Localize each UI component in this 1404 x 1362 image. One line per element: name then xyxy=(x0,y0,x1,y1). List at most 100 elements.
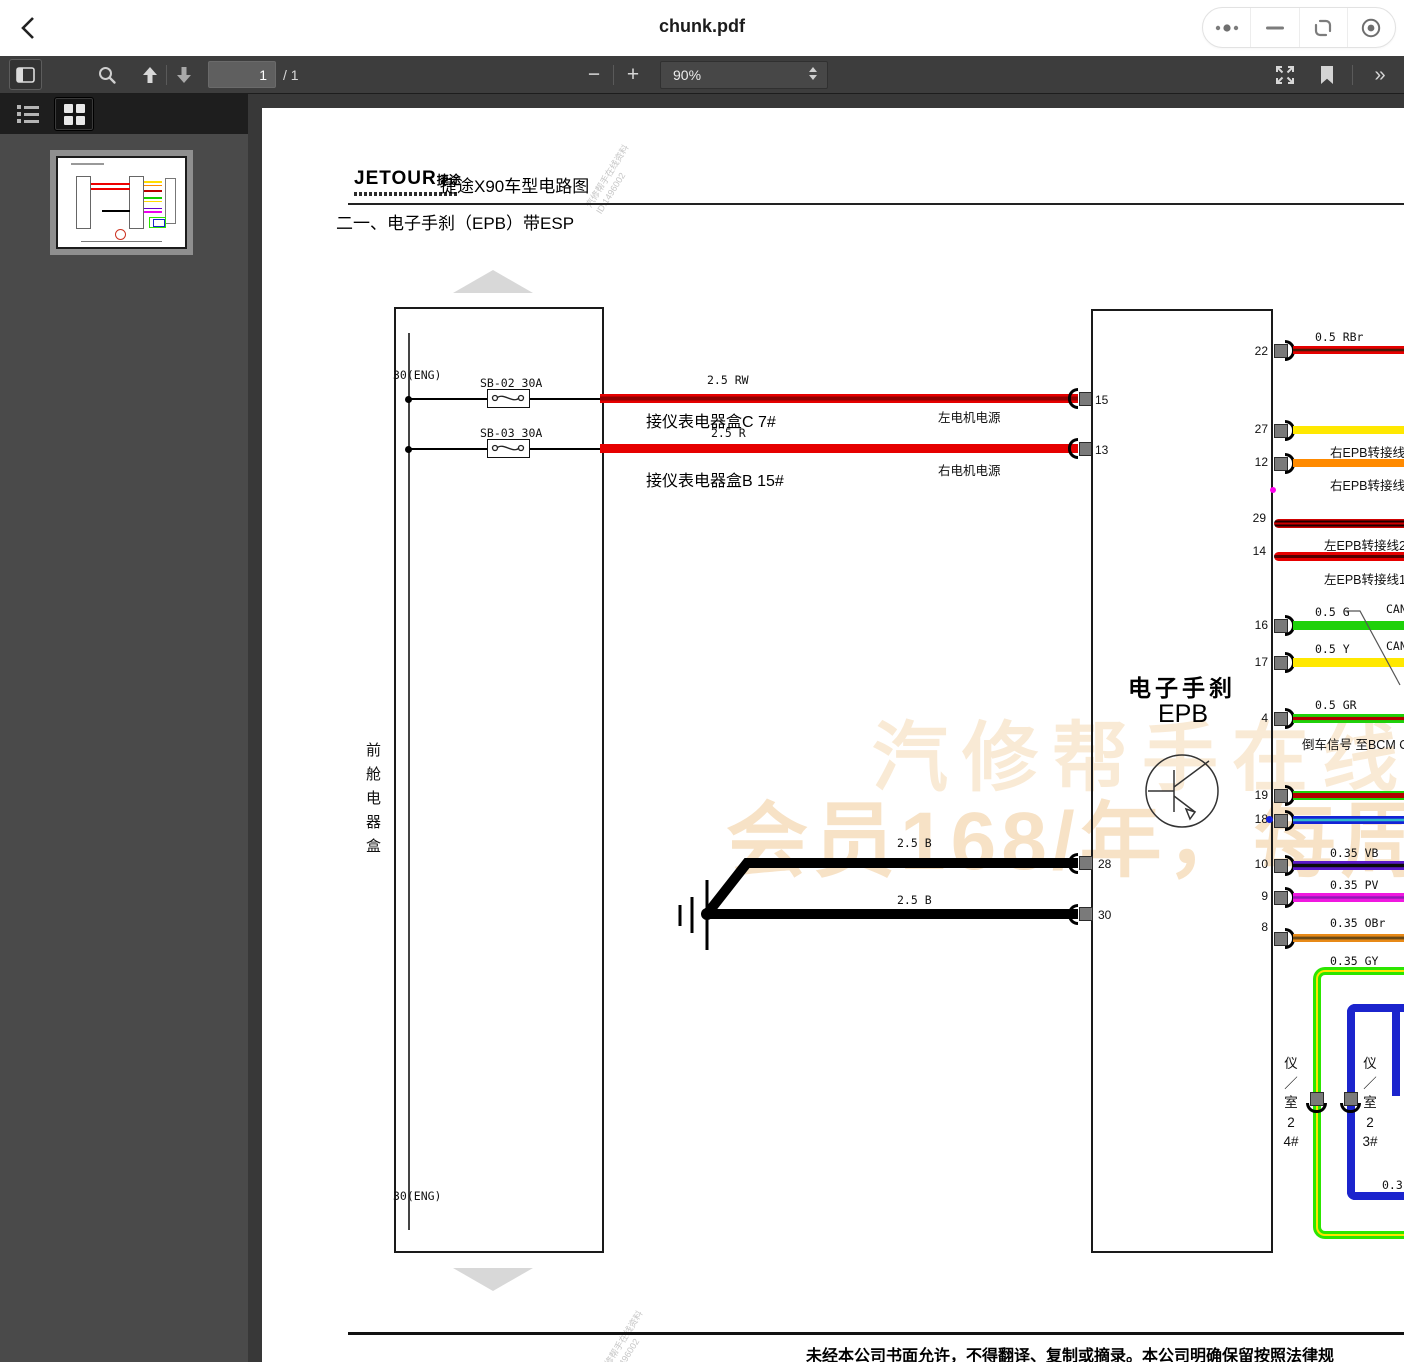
more-options-button[interactable] xyxy=(1203,8,1250,47)
window-capsule xyxy=(1202,7,1396,48)
wire-segment xyxy=(530,398,601,400)
wire1-spec: 2.5 RW xyxy=(707,373,749,387)
pin-number-8: 8 xyxy=(1242,920,1268,934)
zoom-in-button[interactable]: + xyxy=(617,60,649,90)
wire-orange xyxy=(1293,459,1404,467)
magenta-junction-dot xyxy=(1270,487,1276,493)
wire-spec-partial: 0.3 xyxy=(1382,1178,1403,1192)
section-title: 二一、电子手刹（EPB）带ESP xyxy=(336,209,574,234)
blue-junction-dot xyxy=(1266,816,1273,823)
wire-spec: 0.35 OBr xyxy=(1330,916,1385,930)
bookmark-button[interactable] xyxy=(1312,60,1342,90)
fullscreen-button[interactable] xyxy=(1268,60,1302,90)
wire-2.5-r xyxy=(600,444,1078,453)
pin-number-12: 12 xyxy=(1242,455,1268,469)
float-window-button[interactable] xyxy=(1299,8,1347,47)
wire1-function: 左电机电源 xyxy=(938,407,1001,426)
sidebar-toggle-button[interactable] xyxy=(9,59,42,90)
document-title: chunk.pdf xyxy=(0,16,1404,37)
pin-number-9: 9 xyxy=(1242,889,1268,903)
wire2-function: 右电机电源 xyxy=(938,460,1001,479)
wire-violet-black xyxy=(1293,861,1404,870)
page-count-label: / 1 xyxy=(283,67,299,83)
wire-loop-blue-stub xyxy=(1392,1004,1400,1096)
pin-number-22: 22 xyxy=(1242,344,1268,358)
pin-square xyxy=(1079,907,1093,921)
arrow-up-icon xyxy=(141,65,159,85)
pin-number-29: 29 xyxy=(1240,511,1266,525)
wire-spec: 0.5 RBr xyxy=(1315,330,1363,344)
wire-2.5-rw xyxy=(600,394,1078,403)
find-button[interactable] xyxy=(92,60,122,90)
next-page-button[interactable] xyxy=(170,60,198,90)
record-button[interactable] xyxy=(1347,8,1395,47)
float-window-icon xyxy=(1312,17,1334,39)
watermark-small-top: 汽修帮手在线资料 ID:1496002 xyxy=(584,143,642,216)
previous-page-button[interactable] xyxy=(136,60,164,90)
wire-segment xyxy=(530,448,601,450)
wire-segment xyxy=(409,398,487,400)
wire-red-black xyxy=(1274,519,1404,528)
zoom-level-select[interactable]: 90% xyxy=(660,61,828,89)
wire-orange-brown xyxy=(1293,934,1404,942)
zoom-level-value: 90% xyxy=(673,67,701,83)
wire2-destination: 接仪表电器盒B 15# xyxy=(646,467,784,491)
select-spinner-icon xyxy=(809,67,817,80)
pin-number-28: 28 xyxy=(1098,857,1124,871)
wire-yellow xyxy=(1293,426,1404,434)
ground-wire1-spec: 2.5 B xyxy=(897,836,932,850)
pin-number-4: 4 xyxy=(1242,711,1268,725)
wire-green-red xyxy=(1293,714,1404,723)
wire-0.5-rbr xyxy=(1293,346,1404,354)
pin-number-30: 30 xyxy=(1098,908,1124,922)
ground-wire2-spec: 2.5 B xyxy=(897,893,932,907)
fuse-sb03 xyxy=(487,439,530,458)
thumbnail-preview xyxy=(58,158,185,247)
pdf-viewer-area: 汽修帮手在线资 会员168/年，每周更 汽修帮手在线资料 ID:1496002 … xyxy=(248,94,1404,1362)
fuse-sb03-label: SB-03 30A xyxy=(480,426,542,440)
terminal-30-eng-bottom: 30(ENG) xyxy=(393,1189,441,1203)
pdf-toolbar: / 1 − + 90% » xyxy=(0,56,1404,94)
header-rule xyxy=(348,203,1404,205)
connector-arc xyxy=(1068,388,1078,409)
thumbnails-grid-icon xyxy=(64,104,85,125)
outline-view-button[interactable] xyxy=(8,97,48,131)
continuation-arrow-down xyxy=(453,1268,533,1291)
epb-label-en: EPB xyxy=(1158,700,1208,729)
brand-logo-text: JETOUR xyxy=(354,168,437,189)
wire-label: 左EPB转接线1# xyxy=(1324,569,1404,588)
page-thumbnail[interactable] xyxy=(50,150,193,255)
arrow-down-icon xyxy=(175,65,193,85)
thumbnails-view-button[interactable] xyxy=(54,97,94,131)
fuse-sb02-label: SB-02 30A xyxy=(480,376,542,390)
wire-pink-violet xyxy=(1293,893,1404,902)
wire2-spec: 2.5 R xyxy=(711,426,746,440)
fullscreen-expand-icon xyxy=(1274,64,1296,86)
pdf-page: 汽修帮手在线资 会员168/年，每周更 汽修帮手在线资料 ID:1496002 … xyxy=(262,108,1404,1362)
wire-spec-gy: 0.35 GY xyxy=(1330,954,1378,968)
sidebar xyxy=(0,94,248,1362)
bookmark-icon xyxy=(1319,65,1335,85)
epb-label-cn: 电子手刹 xyxy=(1128,669,1236,703)
app-top-bar: chunk.pdf xyxy=(0,0,1404,56)
page-number-input[interactable] xyxy=(208,61,276,88)
minimize-button[interactable] xyxy=(1250,8,1298,47)
zoom-out-button[interactable]: − xyxy=(578,60,610,90)
connector-arc xyxy=(1068,438,1078,459)
wire-spec: 0.35 VB xyxy=(1330,846,1378,860)
wire-segment xyxy=(409,448,487,450)
sidebar-toggle-icon xyxy=(16,67,35,83)
record-icon xyxy=(1360,17,1382,39)
fuse-sb02 xyxy=(487,389,530,408)
pin-number-18: 18 xyxy=(1242,812,1268,826)
more-tools-button[interactable]: » xyxy=(1362,60,1396,90)
pin-number-16: 16 xyxy=(1242,618,1268,632)
connector-label-blue: 仪 ／ 室 2 3# xyxy=(1359,1054,1381,1152)
toolbar-divider xyxy=(166,65,167,85)
pin-square xyxy=(1079,856,1093,870)
wire-green-red xyxy=(1293,791,1404,800)
power-bus-line xyxy=(408,333,410,1230)
pin-number-17: 17 xyxy=(1242,655,1268,669)
minimize-icon xyxy=(1265,25,1285,31)
search-icon xyxy=(97,65,117,85)
